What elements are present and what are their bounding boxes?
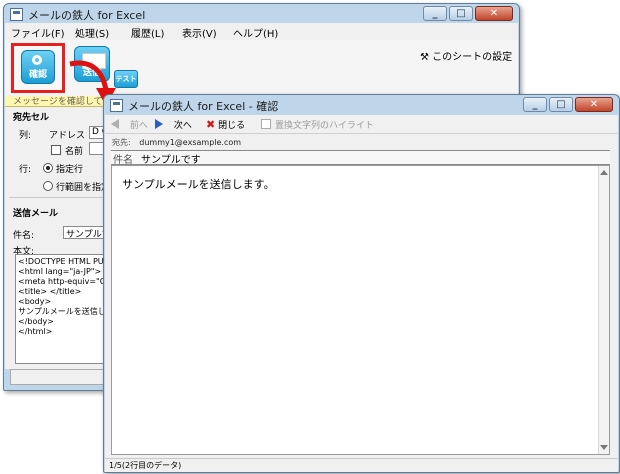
menu-help[interactable]: ヘルプ(H) bbox=[233, 25, 278, 40]
main-window-title: メールの鉄人 for Excel bbox=[28, 9, 146, 22]
subject-field[interactable]: サンプルで bbox=[63, 226, 107, 239]
to-row: 宛先: dummy1@exsample.com bbox=[112, 137, 241, 148]
radio-row-range[interactable]: 行範囲を指定 bbox=[43, 180, 110, 193]
menu-history[interactable]: 履歴(L) bbox=[131, 25, 164, 40]
minimize-button[interactable]: _ bbox=[523, 97, 547, 112]
app-icon bbox=[10, 8, 23, 21]
send-mail-heading: 送信メール bbox=[13, 209, 59, 219]
magnifier-icon: 確認 bbox=[21, 50, 55, 84]
body-line: <html lang="ja-JP"> bbox=[18, 267, 102, 276]
red-x-icon: ✖ bbox=[206, 118, 216, 131]
close-icon: ✕ bbox=[489, 8, 499, 19]
body-line: </body> bbox=[18, 317, 54, 326]
close-button[interactable]: ✕ bbox=[575, 97, 613, 112]
confirm-button[interactable]: 確認 bbox=[11, 43, 65, 93]
confirm-status-bar: 1/5(2行目のデータ) bbox=[105, 458, 618, 472]
row-label: 行: bbox=[19, 165, 32, 175]
highlight-label: 置換文字列のハイライト bbox=[275, 121, 374, 131]
body-line: サンプルメールを送信します bbox=[18, 307, 105, 316]
subject-label: 件名: bbox=[13, 231, 35, 241]
maximize-button[interactable]: □ bbox=[449, 6, 473, 21]
body-line: <meta http-equiv="Cont bbox=[18, 277, 104, 286]
message-area[interactable]: サンプルメールを送信します。 bbox=[111, 165, 610, 455]
close-window-button[interactable]: ✖ 閉じる bbox=[206, 118, 245, 131]
prev-label: 前へ bbox=[129, 121, 148, 131]
maximize-icon: □ bbox=[556, 99, 566, 110]
radio-selected-icon bbox=[43, 163, 53, 173]
divider bbox=[9, 197, 107, 198]
scroll-up-icon[interactable] bbox=[600, 170, 608, 175]
row-range-label: 行範囲を指定 bbox=[56, 183, 111, 193]
body-line: </html> bbox=[18, 327, 53, 336]
menu-process[interactable]: 処理(S) bbox=[75, 25, 109, 40]
subject-row: 件名 サンプルです bbox=[111, 150, 610, 166]
name-checkbox[interactable]: 名前 bbox=[51, 144, 83, 157]
name-label: 名前 bbox=[65, 147, 84, 157]
checkbox-icon bbox=[51, 145, 61, 155]
confirm-window: メールの鉄人 for Excel - 確認 _ □ ✕ 前へ 次へ ✖ 閉じる … bbox=[103, 94, 620, 473]
confirm-toolbar: 前へ 次へ ✖ 閉じる 置換文字列のハイライト bbox=[105, 115, 618, 134]
highlight-checkbox[interactable]: 置換文字列のハイライト bbox=[261, 118, 374, 131]
prev-button[interactable]: 前へ bbox=[111, 118, 148, 131]
body-line: <!DOCTYPE HTML PUBL bbox=[18, 257, 105, 266]
menu-file[interactable]: ファイル(F) bbox=[11, 25, 65, 40]
close-label: 閉じる bbox=[218, 121, 246, 131]
radio-icon bbox=[43, 181, 53, 191]
to-address: dummy1@exsample.com bbox=[139, 138, 242, 147]
status-text: 1/5(2行目のデータ) bbox=[109, 461, 182, 470]
hammer-icon: ⚒ bbox=[420, 52, 429, 63]
subject-label: 件名 bbox=[113, 155, 133, 166]
minimize-icon: _ bbox=[432, 8, 438, 19]
body-line: <title> </title> bbox=[18, 287, 82, 296]
minimize-button[interactable]: _ bbox=[423, 6, 447, 21]
scroll-down-icon[interactable] bbox=[600, 445, 608, 450]
close-icon: ✕ bbox=[589, 99, 599, 110]
message-text: サンプルメールを送信します。 bbox=[122, 178, 275, 191]
address-label: アドレス bbox=[49, 131, 86, 141]
next-button[interactable]: 次へ bbox=[155, 118, 192, 131]
main-titlebar[interactable]: メールの鉄人 for Excel _ □ ✕ bbox=[4, 4, 519, 23]
arrow-right-icon bbox=[155, 119, 163, 129]
specified-row-label: 指定行 bbox=[56, 165, 84, 175]
subject-value: サンプルです bbox=[141, 155, 201, 166]
to-label: 宛先: bbox=[112, 138, 131, 147]
radio-specified-row[interactable]: 指定行 bbox=[43, 162, 83, 175]
close-button[interactable]: ✕ bbox=[475, 6, 513, 21]
confirm-label: 確認 bbox=[28, 70, 47, 80]
maximize-button[interactable]: □ bbox=[549, 97, 573, 112]
next-label: 次へ bbox=[173, 121, 192, 131]
confirm-titlebar[interactable]: メールの鉄人 for Excel - 確認 _ □ ✕ bbox=[104, 95, 619, 114]
confirm-body: 宛先: dummy1@exsample.com 件名 サンプルです サンプルメー… bbox=[105, 134, 618, 460]
checkbox-icon bbox=[261, 119, 271, 129]
main-status-bar bbox=[10, 369, 112, 385]
arrow-left-icon bbox=[111, 119, 119, 129]
vertical-scrollbar[interactable] bbox=[598, 166, 609, 454]
sheet-settings-label: このシートの設定 bbox=[432, 52, 513, 63]
body-line: <body> bbox=[18, 297, 52, 306]
maximize-icon: □ bbox=[456, 8, 466, 19]
menu-view[interactable]: 表示(V) bbox=[182, 25, 217, 40]
sheet-settings-button[interactable]: ⚒ このシートの設定 bbox=[420, 48, 512, 63]
recipient-heading: 宛先セル bbox=[13, 113, 50, 123]
menu-bar: ファイル(F) 処理(S) 履歴(L) 表示(V) ヘルプ(H) bbox=[5, 23, 518, 40]
minimize-icon: _ bbox=[532, 99, 538, 110]
app-icon bbox=[110, 99, 123, 112]
column-label: 列: bbox=[19, 131, 32, 141]
confirm-window-title: メールの鉄人 for Excel - 確認 bbox=[128, 100, 279, 113]
body-textarea[interactable]: <!DOCTYPE HTML PUBL <html lang="ja-JP"> … bbox=[15, 254, 105, 364]
